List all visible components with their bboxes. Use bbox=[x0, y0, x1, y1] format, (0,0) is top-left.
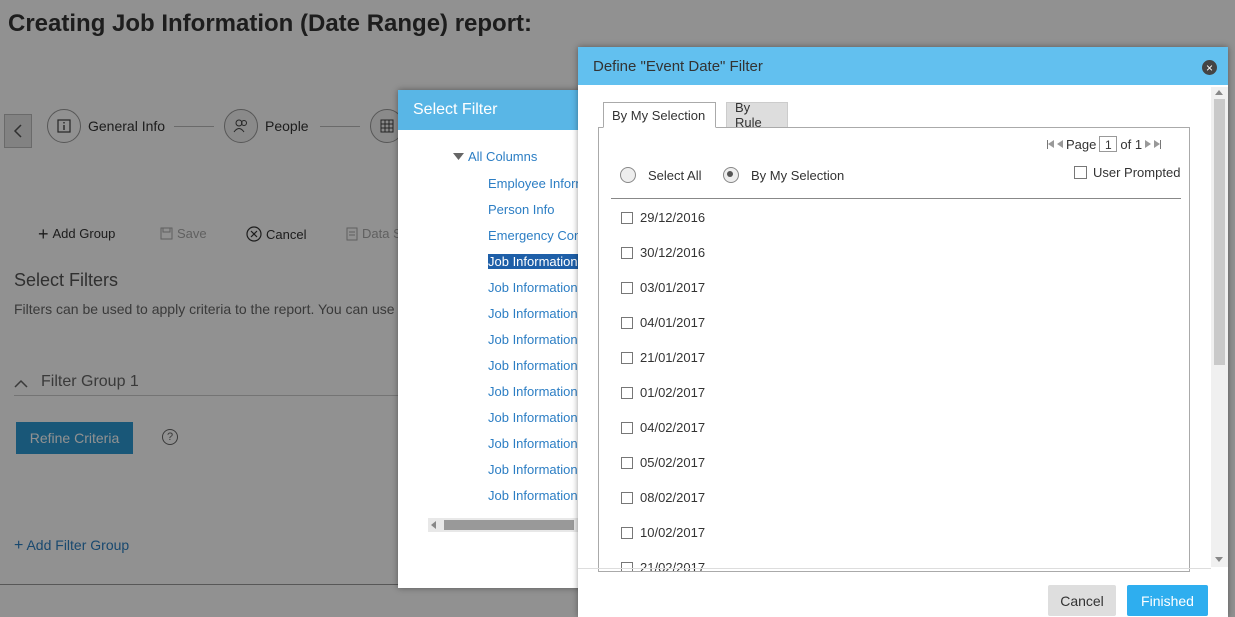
date-option-row[interactable]: 04/02/2017 bbox=[621, 420, 705, 435]
tree-item[interactable]: Person Info bbox=[488, 202, 555, 217]
date-option-row[interactable]: 04/01/2017 bbox=[621, 315, 705, 330]
by-my-selection-radio[interactable] bbox=[723, 167, 739, 183]
date-label: 29/12/2016 bbox=[640, 210, 706, 225]
tree-item[interactable]: Job Information bbox=[488, 462, 578, 477]
date-label: 01/02/2017 bbox=[640, 385, 706, 400]
date-label: 05/02/2017 bbox=[640, 455, 706, 470]
date-checkbox[interactable] bbox=[621, 456, 633, 469]
date-label: 21/01/2017 bbox=[640, 350, 706, 365]
date-label: 08/02/2017 bbox=[640, 490, 706, 505]
close-icon[interactable]: × bbox=[1202, 60, 1217, 75]
pager: Page 1 of 1 bbox=[1047, 136, 1162, 152]
event-date-filter-dialog: Define "Event Date" Filter × By My Selec… bbox=[578, 47, 1228, 617]
tree-item-label: Job Information bbox=[488, 254, 578, 269]
date-checkbox[interactable] bbox=[621, 421, 633, 434]
page-of-label: of 1 bbox=[1120, 136, 1143, 152]
vertical-scrollbar-thumb[interactable] bbox=[1214, 99, 1225, 365]
date-label: 04/01/2017 bbox=[640, 315, 706, 330]
date-checkbox[interactable] bbox=[621, 491, 633, 504]
date-checkbox[interactable] bbox=[621, 526, 633, 539]
select-filter-dialog: Select Filter All Columns Employee Infor… bbox=[398, 90, 598, 588]
tree-item-label: Job Information bbox=[488, 306, 578, 321]
page-label: Page bbox=[1066, 136, 1097, 152]
tree-item[interactable]: Job Information bbox=[488, 280, 578, 295]
date-checkbox[interactable] bbox=[621, 246, 633, 259]
date-label: 03/01/2017 bbox=[640, 280, 706, 295]
select-filter-title: Select Filter bbox=[413, 101, 498, 118]
page-input[interactable]: 1 bbox=[1099, 136, 1118, 152]
date-option-row[interactable]: 03/01/2017 bbox=[621, 280, 705, 295]
date-label: 04/02/2017 bbox=[640, 420, 706, 435]
first-page-icon[interactable] bbox=[1047, 139, 1054, 149]
date-checkbox[interactable] bbox=[621, 351, 633, 364]
scrollbar-thumb[interactable] bbox=[444, 520, 574, 530]
tree-item[interactable]: Job Information bbox=[488, 332, 578, 347]
tree-item-label: Person Info bbox=[488, 202, 555, 217]
date-checkbox[interactable] bbox=[621, 561, 633, 571]
tree-item-label: Job Information bbox=[488, 410, 578, 425]
date-checkbox[interactable] bbox=[621, 281, 633, 294]
tab-by-rule[interactable]: By Rule bbox=[726, 100, 788, 130]
tree-item[interactable]: Job Information bbox=[488, 410, 578, 425]
tree-item[interactable]: Job Information bbox=[488, 254, 578, 269]
triangle-down-icon bbox=[453, 152, 464, 160]
event-dialog-header: Define "Event Date" Filter bbox=[578, 47, 1228, 85]
vertical-scrollbar[interactable] bbox=[1211, 87, 1228, 567]
tree-item[interactable]: Job Information bbox=[488, 306, 578, 321]
date-checkbox[interactable] bbox=[621, 316, 633, 329]
date-option-row[interactable]: 01/02/2017 bbox=[621, 385, 705, 400]
date-label: 21/02/2017 bbox=[640, 560, 706, 572]
last-page-icon[interactable] bbox=[1154, 139, 1162, 149]
finished-button[interactable]: Finished bbox=[1127, 585, 1208, 616]
tree-item-label: Job Information bbox=[488, 280, 578, 295]
prev-page-icon[interactable] bbox=[1057, 140, 1063, 148]
selection-panel: Page 1 of 1 Select All By My Selection U… bbox=[598, 127, 1190, 572]
selection-divider bbox=[611, 198, 1181, 199]
tree-item-label: Job Information bbox=[488, 488, 578, 503]
date-option-row[interactable]: 05/02/2017 bbox=[621, 455, 705, 470]
tree-item-label: Job Information bbox=[488, 384, 578, 399]
date-option-row[interactable]: 21/02/2017 bbox=[621, 560, 706, 572]
select-all-radio[interactable] bbox=[620, 167, 636, 183]
next-page-icon[interactable] bbox=[1145, 140, 1152, 148]
tree-item[interactable]: Job Information bbox=[488, 436, 578, 451]
cancel-button[interactable]: Cancel bbox=[1048, 585, 1116, 616]
event-dialog-title: Define "Event Date" Filter bbox=[593, 57, 763, 75]
tree-item-label: Job Information bbox=[488, 332, 578, 347]
tree-item[interactable]: Job Information bbox=[488, 358, 578, 373]
user-prompted-checkbox[interactable] bbox=[1074, 166, 1087, 179]
user-prompted-option[interactable]: User Prompted bbox=[1074, 165, 1180, 180]
by-my-selection-option[interactable]: By My Selection bbox=[723, 167, 844, 183]
horizontal-scrollbar[interactable] bbox=[428, 518, 578, 532]
scroll-down-arrow-icon[interactable] bbox=[1215, 557, 1223, 562]
tree-item-label: Job Information bbox=[488, 436, 578, 451]
select-filter-header: Select Filter bbox=[398, 90, 598, 130]
tree-item[interactable]: Job Information bbox=[488, 384, 578, 399]
date-label: 10/02/2017 bbox=[640, 525, 706, 540]
date-option-row[interactable]: 30/12/2016 bbox=[621, 245, 705, 260]
tree-item[interactable]: Job Information bbox=[488, 488, 578, 503]
select-all-option[interactable]: Select All bbox=[620, 167, 701, 183]
date-option-row[interactable]: 08/02/2017 bbox=[621, 490, 705, 505]
date-option-row[interactable]: 21/01/2017 bbox=[621, 350, 705, 365]
tab-by-my-selection[interactable]: By My Selection bbox=[603, 102, 716, 128]
date-checkbox[interactable] bbox=[621, 386, 633, 399]
date-checkbox[interactable] bbox=[621, 211, 633, 224]
date-option-row[interactable]: 29/12/2016 bbox=[621, 210, 705, 225]
scroll-up-arrow-icon[interactable] bbox=[1215, 90, 1223, 95]
footer-divider bbox=[578, 568, 1211, 569]
tree-root-all-columns[interactable]: All Columns bbox=[453, 149, 537, 164]
tree-item-label: Job Information bbox=[488, 358, 578, 373]
scroll-left-arrow-icon[interactable] bbox=[431, 521, 436, 529]
tree-item-label: Job Information bbox=[488, 462, 578, 477]
date-option-row[interactable]: 10/02/2017 bbox=[621, 525, 705, 540]
date-label: 30/12/2016 bbox=[640, 245, 706, 260]
